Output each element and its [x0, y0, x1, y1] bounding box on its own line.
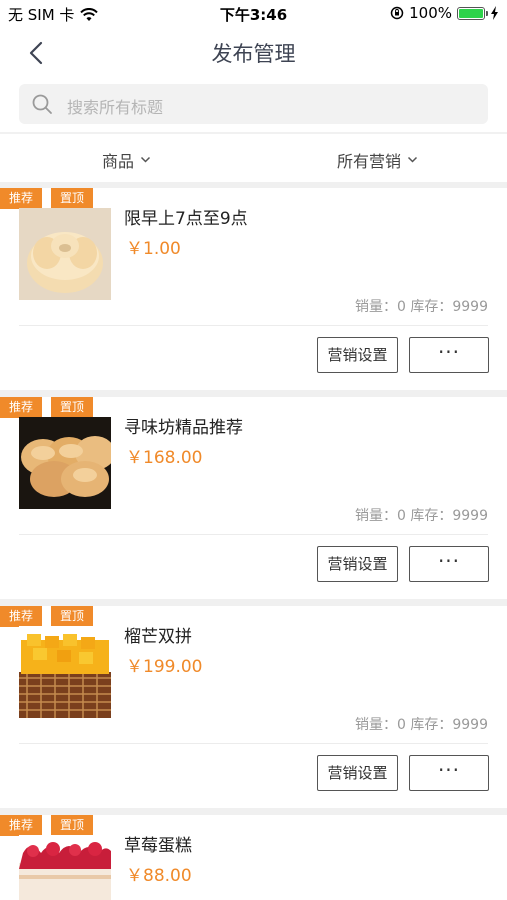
product-price: ￥88.00 [126, 866, 192, 886]
list-item[interactable]: 推荐 置顶 寻味坊精品推荐 ￥168.00 销量：0 库存：9999 营销设置 … [0, 397, 507, 599]
product-price: ￥199.00 [126, 657, 203, 677]
product-price: ￥168.00 [126, 448, 203, 468]
recommend-tag: 推荐 [0, 606, 42, 627]
product-image [19, 835, 111, 900]
divider [19, 534, 488, 535]
status-right: 100% [390, 4, 499, 22]
list-item[interactable]: 推荐 置顶 草莓蛋糕 ￥88.00 [0, 815, 507, 900]
filter-goods-dropdown[interactable]: 商品 [102, 148, 151, 172]
product-stats: 销量：0 库存：9999 [355, 508, 488, 524]
pin-top-tag: 置顶 [51, 188, 93, 209]
marketing-settings-button[interactable]: 营销设置 [317, 755, 398, 791]
search-input[interactable]: 搜索所有标题 [19, 84, 488, 124]
filter-marketing-dropdown[interactable]: 所有营销 [337, 148, 418, 172]
filter-marketing-label: 所有营销 [337, 152, 402, 171]
filter-bar: 商品 所有营销 [0, 134, 507, 182]
more-options-button[interactable]: ··· [409, 337, 489, 373]
product-stats: 销量：0 库存：9999 [355, 717, 488, 733]
product-image [19, 626, 111, 718]
search-placeholder: 搜索所有标题 [67, 98, 164, 117]
page-title: 发布管理 [211, 42, 296, 66]
recommend-tag: 推荐 [0, 397, 42, 418]
recommend-tag: 推荐 [0, 815, 42, 836]
product-name: 寻味坊精品推荐 [124, 418, 243, 438]
battery-percent: 100% [409, 4, 452, 22]
list-item[interactable]: 推荐 置顶 榴芒双拼 ￥199.00 销量：0 库存：9999 营销设置 ··· [0, 606, 507, 808]
product-name: 草莓蛋糕 [124, 836, 192, 856]
battery-icon [457, 6, 488, 20]
product-image [19, 417, 111, 509]
list-item[interactable]: 推荐 置顶 限早上7点至9点 ￥1.00 销量：0 库存：9999 营销设置 ·… [0, 188, 507, 390]
nav-bar: 发布管理 [0, 28, 507, 76]
charging-icon [491, 6, 498, 20]
product-name: 限早上7点至9点 [124, 209, 248, 229]
battery-fill [459, 8, 483, 18]
more-options-button[interactable]: ··· [409, 546, 489, 582]
more-options-button[interactable]: ··· [409, 755, 489, 791]
product-price: ￥1.00 [126, 239, 181, 259]
chevron-down-icon [140, 156, 151, 163]
search-icon [32, 94, 52, 114]
divider [19, 743, 488, 744]
chevron-down-icon [407, 156, 418, 163]
orientation-lock-icon [390, 6, 404, 20]
product-image [19, 208, 111, 300]
filter-goods-label: 商品 [102, 152, 135, 171]
pin-top-tag: 置顶 [51, 397, 93, 418]
marketing-settings-button[interactable]: 营销设置 [317, 337, 398, 373]
product-name: 榴芒双拼 [124, 627, 192, 647]
divider [19, 325, 488, 326]
pin-top-tag: 置顶 [51, 606, 93, 627]
recommend-tag: 推荐 [0, 188, 42, 209]
pin-top-tag: 置顶 [51, 815, 93, 836]
status-bar: 无 SIM 卡 下午3:46 100% [0, 0, 507, 28]
product-stats: 销量：0 库存：9999 [355, 299, 488, 315]
marketing-settings-button[interactable]: 营销设置 [317, 546, 398, 582]
